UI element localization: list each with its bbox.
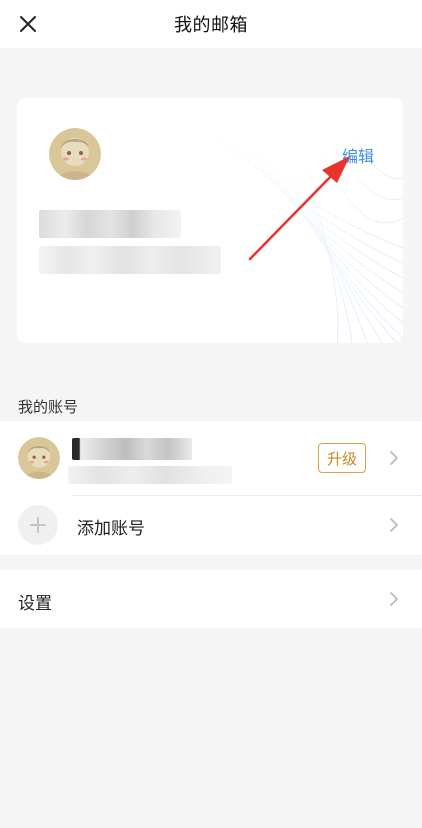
close-button[interactable]	[14, 10, 42, 38]
account-avatar	[18, 437, 60, 479]
avatar-image	[18, 437, 60, 479]
settings-row[interactable]: 设置	[0, 570, 422, 628]
account-email-blurred	[68, 466, 232, 484]
chevron-right-icon	[390, 592, 398, 606]
account-email-blurred	[39, 246, 221, 274]
chevron-right-icon	[390, 518, 398, 532]
top-bar: 我的邮箱	[0, 0, 422, 48]
account-row[interactable]: 升级	[0, 421, 422, 495]
avatar-image	[49, 128, 101, 180]
account-name-blurred	[39, 210, 181, 238]
upgrade-button[interactable]: 升级	[318, 443, 366, 473]
add-account-row[interactable]: 添加账号	[0, 495, 422, 555]
plus-icon	[30, 517, 46, 533]
settings-label: 设置	[18, 594, 52, 614]
avatar[interactable]	[49, 128, 101, 180]
close-icon	[20, 16, 36, 32]
chevron-right-icon	[390, 451, 398, 465]
section-label-my-accounts: 我的账号	[18, 398, 79, 416]
edit-button[interactable]: 编辑	[342, 143, 374, 167]
page-title: 我的邮箱	[174, 15, 248, 36]
add-account-label: 添加账号	[77, 519, 145, 539]
add-account-avatar	[18, 505, 58, 545]
account-name-blurred	[72, 438, 192, 460]
profile-card: 编辑	[17, 98, 403, 343]
account-list: 升级 添加账号	[0, 421, 422, 555]
